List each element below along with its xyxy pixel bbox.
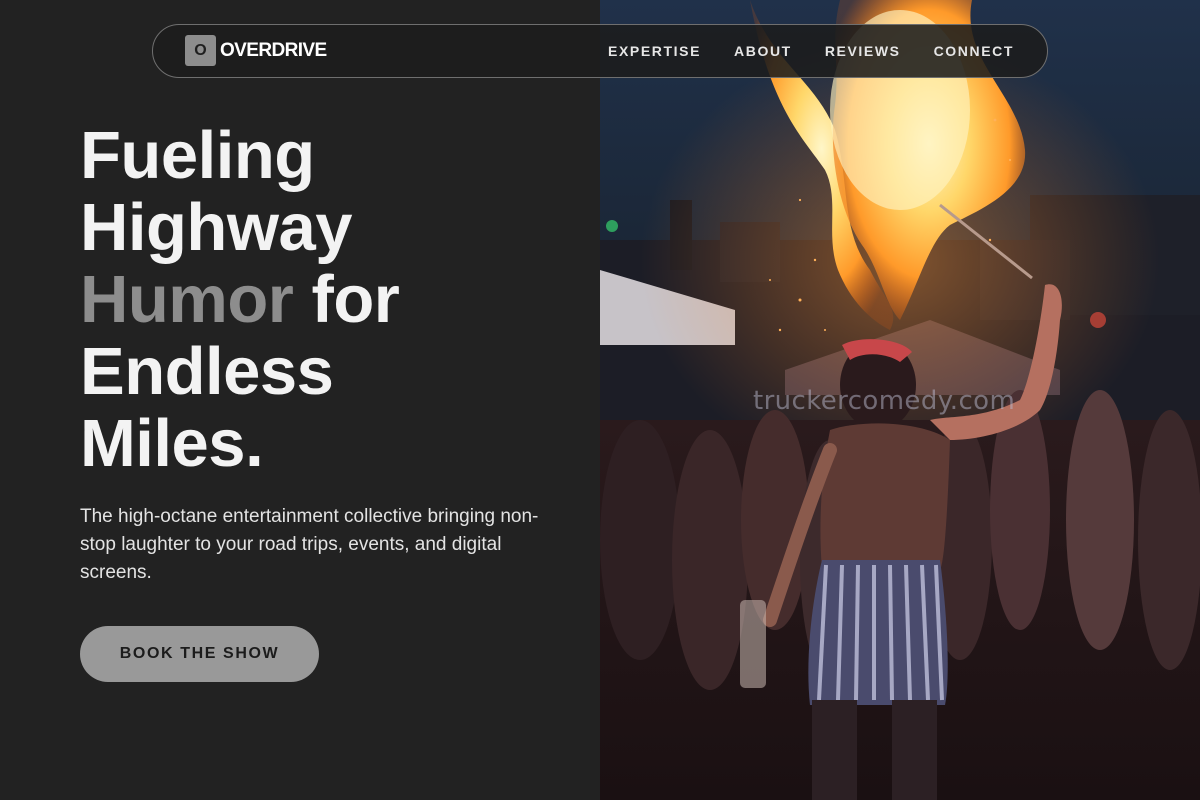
hero-title-highlight: Humor xyxy=(80,262,294,337)
hero-title-line-4: Endless xyxy=(80,334,334,409)
nav-link-connect[interactable]: CONNECT xyxy=(934,43,1014,59)
hero-title-line-3-rest: for xyxy=(293,262,400,337)
hero-title-line-5: Miles. xyxy=(80,406,264,481)
hero-photo: truckercomedy.com xyxy=(600,0,1200,800)
top-navigation: O OVERDRIVE EXPERTISE ABOUT REVIEWS CONN… xyxy=(152,24,1048,78)
brand-name: OVERDRIVE xyxy=(220,39,327,61)
nav-link-reviews[interactable]: REVIEWS xyxy=(825,43,901,59)
brand-logo[interactable]: O OVERDRIVE xyxy=(185,35,327,66)
hero-title-line-2: Highway xyxy=(80,190,353,265)
logo-icon: O xyxy=(185,35,216,66)
book-the-show-button[interactable]: BOOK THE SHOW xyxy=(80,626,319,682)
nav-link-expertise[interactable]: EXPERTISE xyxy=(608,43,701,59)
hero-title: Fueling Highway Humor for Endless Miles. xyxy=(80,120,580,480)
hero-title-line-3: Humor for xyxy=(80,264,580,336)
hero-description: The high-octane entertainment collective… xyxy=(80,506,539,583)
watermark-text: truckercomedy.com xyxy=(753,386,1016,416)
nav-links: EXPERTISE ABOUT REVIEWS CONNECT xyxy=(608,25,1014,77)
hero-title-line-1: Fueling xyxy=(80,118,315,193)
nav-link-about[interactable]: ABOUT xyxy=(734,43,792,59)
